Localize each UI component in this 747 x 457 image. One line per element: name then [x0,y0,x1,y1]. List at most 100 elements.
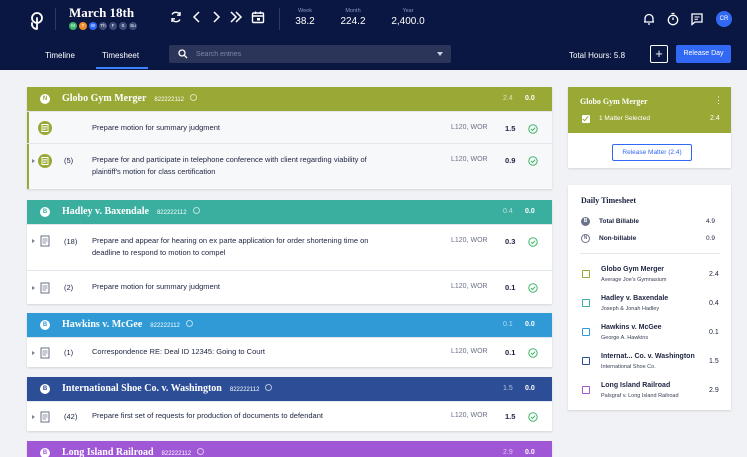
info-icon[interactable] [197,448,205,456]
matter-total-released: 0.0 [525,321,535,328]
check-circle-icon[interactable] [528,237,538,247]
matter-header[interactable]: B Hadley v. Baxendale 822222112 0.4 0.0 [27,200,552,224]
more-options-icon[interactable]: ⋮ [714,95,723,106]
time-entry-row[interactable]: Prepare motion for summary judgment L120… [27,111,552,143]
non-billable-icon: N [581,234,590,243]
stat-value: 38.2 [295,16,315,27]
time-entry-row[interactable]: (5) Prepare for and participate in telep… [27,143,552,189]
check-circle-icon[interactable] [528,124,538,134]
entry-doc-icon [38,154,52,168]
entry-count: (42) [64,412,78,421]
matter-header[interactable]: B Hawkins v. McGee 822222112 0.1 0.0 [27,313,552,337]
entry-hours[interactable]: 1.5 [505,412,515,421]
entry-count: (18) [64,237,78,246]
matter-title: Globo Gym Merger [62,93,147,104]
info-icon[interactable] [265,384,273,392]
daily-matter-hours: 2.9 [709,387,719,394]
bell-icon[interactable] [642,12,656,26]
expand-caret-icon[interactable] [32,159,35,163]
entry-count: (1) [64,348,74,357]
day-dot-tuesday[interactable]: T [79,22,87,30]
entry-hours[interactable]: 0.1 [505,283,515,292]
entry-hours[interactable]: 0.3 [505,237,515,246]
info-icon[interactable] [190,94,198,102]
daily-matter-hours: 2.4 [709,271,719,278]
add-entry-button[interactable]: + [650,45,668,63]
chevron-right-icon[interactable] [209,10,223,24]
chevron-left-icon[interactable] [190,10,204,24]
user-avatar[interactable]: CR [716,11,732,27]
entry-description: Prepare first set of requests for produc… [92,411,323,420]
expand-caret-icon[interactable] [32,351,35,355]
entry-count: (2) [64,283,74,292]
time-entry-row[interactable]: (2) Prepare motion for summary judgment … [27,270,552,304]
refresh-icon[interactable] [169,10,183,24]
day-dot-thursday[interactable]: Th [99,22,107,30]
entry-doc-icon [40,347,50,359]
matter-select-checkbox[interactable] [582,115,590,123]
chevron-down-icon[interactable] [437,52,443,56]
matter-total-billable: 1.5 [503,385,513,392]
time-entry-row[interactable]: (18) Prepare and appear for hearing on e… [27,224,552,270]
day-dot-wednesday[interactable]: W [89,22,97,30]
matter-header[interactable]: B Long Island Railroad 822222112 2.9 0.0 [27,441,552,457]
expand-caret-icon[interactable] [32,415,35,419]
matter-header[interactable]: N Globo Gym Merger 822222112 2.4 0.0 [27,87,552,111]
day-dot-sunday[interactable]: Su [129,22,137,30]
timer-icon[interactable] [666,12,680,26]
entry-description: Prepare motion for summary judgment [92,123,220,132]
entry-codes: L120, WOR [451,237,488,244]
entry-hours[interactable]: 1.5 [505,124,515,133]
day-dot-monday[interactable]: M [69,22,77,30]
matter-name: Hawkins v. McGee 822222112 [62,319,193,330]
entry-doc-icon [40,411,50,423]
stat-label: Week [298,8,312,14]
entry-codes: L120, WOR [451,124,488,131]
matter-header[interactable]: B International Shoe Co. v. Washington 82… [27,377,552,401]
expand-caret-icon[interactable] [32,286,35,290]
daily-matter-client: Palsgraf v. Long Island Railroad [601,393,679,399]
daily-matter-client: Joseph & Jonah Hadley [601,306,660,312]
check-circle-icon[interactable] [528,156,538,166]
info-icon[interactable] [192,207,200,215]
tab-timesheet[interactable]: Timesheet [102,51,139,60]
matter-name: Globo Gym Merger 822222112 [62,93,198,104]
matter-color-swatch [582,357,590,365]
matter-card-international-shoe: B International Shoe Co. v. Washington 82… [27,377,552,431]
search-input[interactable] [196,45,426,63]
matter-total-billable: 2.9 [503,449,513,456]
check-circle-icon[interactable] [528,348,538,358]
check-circle-icon[interactable] [528,283,538,293]
matters-selected-label: 1 Matter Selected [599,115,650,122]
billable-icon: B [40,320,50,330]
check-circle-icon[interactable] [528,412,538,422]
matter-total-billable: 2.4 [503,95,513,102]
day-dot-friday[interactable]: F [109,22,117,30]
entry-hours[interactable]: 0.1 [505,348,515,357]
stat-label: Year [402,8,414,14]
time-entry-row[interactable]: (1) Correspondence RE: Deal ID 12345: Go… [27,337,552,367]
message-icon[interactable] [690,12,704,26]
info-icon[interactable] [185,320,193,328]
selected-matter-panel: Globo Gym Merger ⋮ 1 Matter Selected 2.4… [568,87,731,168]
release-day-button[interactable]: Release Day [676,45,731,63]
time-entry-row[interactable]: (42) Prepare first set of requests for p… [27,401,552,431]
matter-total-billable: 0.4 [503,208,513,215]
day-dot-saturday[interactable]: S [119,22,127,30]
expand-caret-icon[interactable] [32,239,35,243]
tab-timeline[interactable]: Timeline [45,51,75,60]
week-hours-stat: Week 38.2 [290,8,320,27]
entry-doc-icon [40,235,50,247]
daily-matter-name: Globo Gym Merger [601,266,665,273]
double-chevron-right-icon[interactable] [229,10,243,24]
entry-hours[interactable]: 0.9 [505,156,515,165]
app-logo-icon[interactable] [26,10,48,32]
release-matter-button[interactable]: Release Matter (2.4) [612,144,692,161]
current-date-title[interactable]: March 18th [69,5,134,21]
daily-matter-name: Internat... Co. v. Washington [601,353,695,360]
app-header: March 18th M T W Th F S Su Week 38.2 Mon… [0,0,747,70]
header-divider [55,8,56,30]
calendar-icon[interactable] [251,10,265,24]
daily-matter-name: Hadley v. Baxendale [601,295,669,302]
matter-color-swatch [582,328,590,336]
